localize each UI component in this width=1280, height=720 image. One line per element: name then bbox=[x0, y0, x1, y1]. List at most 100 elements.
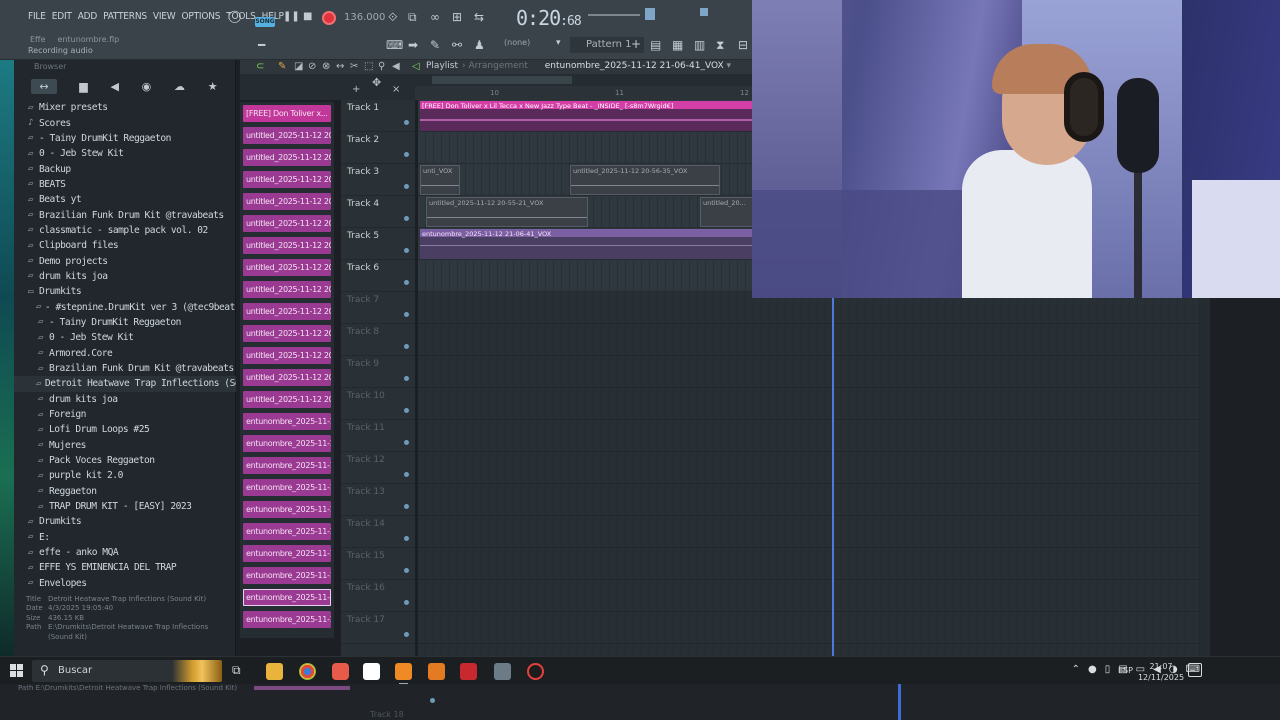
browser-item[interactable]: ▱ Beats yt bbox=[14, 192, 236, 207]
track-header[interactable]: Track 6 bbox=[341, 260, 415, 292]
track-header[interactable]: Track 4 bbox=[341, 196, 415, 228]
microphone-tray-icon[interactable]: ● bbox=[1088, 664, 1097, 675]
track-header[interactable]: Track 14 bbox=[341, 516, 415, 548]
pitch-slider-icon[interactable]: ━ bbox=[258, 38, 265, 52]
pattern-clip-button[interactable]: entunombre_2025-11-12... bbox=[243, 611, 331, 628]
draw-tool-icon[interactable]: ✎ bbox=[278, 61, 286, 72]
track-header[interactable]: Track 5 bbox=[341, 228, 415, 260]
pattern-clip-button[interactable]: untitled_2025-11-12 20-... bbox=[243, 347, 331, 364]
browser-item[interactable]: ▱ Mujeres bbox=[14, 438, 236, 453]
browser-item[interactable]: ▱Detroit Heatwave Trap Inflections (Soun… bbox=[14, 376, 236, 392]
task-view-icon[interactable]: ⧉ bbox=[232, 663, 249, 680]
pattern-clip-button[interactable]: untitled_2025-11-12 20-... bbox=[243, 127, 331, 144]
browser-item[interactable]: ▱ - Tainy DrumKit Reggaeton bbox=[14, 315, 236, 330]
track-header[interactable]: Track 1 bbox=[341, 100, 415, 132]
browser-projects-icon[interactable]: ▆ bbox=[79, 80, 87, 93]
song-mode-button[interactable]: SONG bbox=[255, 17, 275, 27]
fl-studio-icon[interactable] bbox=[395, 663, 412, 685]
menu-item-view[interactable]: VIEW bbox=[153, 11, 176, 22]
browser-item[interactable]: ▱ E: bbox=[14, 530, 236, 545]
browser-item[interactable]: ▱ Clipboard files bbox=[14, 238, 236, 253]
metronome-icon[interactable]: ⟐ bbox=[388, 10, 397, 25]
browser-item[interactable]: ▱ BEATS bbox=[14, 177, 236, 192]
browser-cloud-icon[interactable]: ☁ bbox=[174, 80, 185, 93]
paint-tool-icon[interactable]: ◪ bbox=[294, 61, 303, 72]
menu-item-file[interactable]: FILE bbox=[28, 11, 46, 22]
browser-item[interactable]: ▱ Brazilian Funk Drum Kit @travabeats bbox=[14, 207, 236, 222]
pattern-clip-button[interactable]: untitled_2025-11-12 20-... bbox=[243, 259, 331, 276]
track-enable-dot[interactable] bbox=[404, 344, 409, 349]
track-enable-dot[interactable] bbox=[404, 376, 409, 381]
pattern-clip-button[interactable]: untitled_2025-11-12 20-... bbox=[243, 303, 331, 320]
track-header[interactable]: Track 9 bbox=[341, 356, 415, 388]
arrow-right-icon[interactable]: ➡ bbox=[408, 38, 418, 52]
browser-all-icon[interactable]: ↔ bbox=[31, 78, 57, 94]
mute-tool-icon[interactable]: ⊗ bbox=[322, 61, 330, 72]
file-explorer-icon[interactable] bbox=[266, 663, 283, 680]
pattern-clip-button[interactable]: entunombre_2025-11-12... bbox=[243, 479, 331, 496]
tray-clock[interactable]: 21:07 12/11/2025 bbox=[1136, 661, 1186, 683]
track-header[interactable]: Track 2 bbox=[341, 132, 415, 164]
browser-item[interactable]: ▱ Demo projects bbox=[14, 253, 236, 268]
track-enable-dot[interactable] bbox=[404, 120, 409, 125]
track-enable-dot[interactable] bbox=[404, 440, 409, 445]
plugin-picker-icon[interactable]: ⊟ bbox=[738, 38, 748, 52]
pattern-clip-button[interactable]: untitled_2025-11-12 20-... bbox=[243, 215, 331, 232]
obs-icon[interactable] bbox=[527, 663, 544, 680]
mixer-app-icon[interactable] bbox=[460, 663, 477, 680]
track-header[interactable]: Track 16 bbox=[341, 580, 415, 612]
snap-selector[interactable]: (none) bbox=[504, 38, 530, 47]
browser-item[interactable]: ▱ EFFE YS EMINENCIA DEL TRAP bbox=[14, 560, 236, 575]
browser-item[interactable]: ▱ Envelopes bbox=[14, 576, 236, 590]
zoom-tool-icon[interactable]: ⚲ bbox=[378, 61, 385, 72]
browser-item[interactable]: ▭ Drumkits bbox=[14, 284, 236, 299]
track-enable-dot[interactable] bbox=[404, 216, 409, 221]
loop-record-icon[interactable]: ⧉ bbox=[408, 10, 417, 25]
track-header[interactable]: Track 10 bbox=[341, 388, 415, 420]
record-button[interactable] bbox=[322, 11, 336, 25]
browser-item[interactable]: ▱ 0 - Jeb Stew Kit bbox=[14, 330, 236, 345]
browser-item[interactable]: ▱ - #stepnine.DrumKit ver 3 (@tec9beat) bbox=[14, 299, 236, 314]
track-enable-dot[interactable] bbox=[404, 472, 409, 477]
menu-item-edit[interactable]: EDIT bbox=[52, 11, 72, 22]
audio-clip-vox[interactable]: untitled_2025-11-12 20-56-35_VOX bbox=[570, 165, 720, 195]
browser-item[interactable]: ♪ Scores bbox=[14, 115, 236, 130]
slip-tool-icon[interactable]: ↔ bbox=[336, 61, 344, 72]
fl-studio-alt-icon[interactable] bbox=[428, 663, 445, 680]
chrome-icon[interactable] bbox=[299, 663, 316, 680]
pattern-clip-button[interactable]: untitled_2025-11-12 20-... bbox=[243, 149, 331, 166]
chevron-down-icon[interactable]: ▾ bbox=[727, 61, 732, 71]
notification-icon[interactable] bbox=[1188, 663, 1202, 677]
browser-item[interactable]: ▱ drum kits joa bbox=[14, 269, 236, 284]
track-enable-dot[interactable] bbox=[404, 408, 409, 413]
browser-speaker-icon[interactable]: ◀ bbox=[110, 80, 118, 93]
chevron-up-icon[interactable]: ⌃ bbox=[1072, 664, 1080, 675]
mixer-icon[interactable]: ⧗ bbox=[716, 38, 724, 53]
playback-tool-icon[interactable]: ◀ bbox=[392, 61, 400, 72]
audio-clip-vox[interactable]: untitled_2025-11-12 20-55-21_VOX bbox=[426, 197, 588, 227]
snap-magnet-icon[interactable]: ⊂ bbox=[256, 61, 264, 72]
vertical-scrollbar[interactable] bbox=[1198, 298, 1210, 660]
pattern-clip-button[interactable]: entunombre_2025-11-12... bbox=[243, 501, 331, 518]
countdown-icon[interactable]: ∞ bbox=[430, 10, 440, 24]
piano-roll-icon[interactable]: ▦ bbox=[672, 38, 683, 52]
playhead[interactable] bbox=[832, 298, 834, 660]
audio-clip-recording[interactable]: entunombre_2025-11-12 21-06-41_VOX bbox=[420, 229, 755, 259]
browser-item[interactable]: ▱ - Tainy DrumKit Reggaeton bbox=[14, 131, 236, 146]
playlist-icon[interactable]: ▤ bbox=[650, 38, 661, 52]
track-enable-dot[interactable] bbox=[404, 152, 409, 157]
browser-item[interactable]: ▱ Reggaeton bbox=[14, 484, 236, 499]
track-enable-dot[interactable] bbox=[404, 536, 409, 541]
track-header[interactable]: Track 8 bbox=[341, 324, 415, 356]
track-header[interactable]: Track 3 bbox=[341, 164, 415, 196]
pause-icon[interactable]: ❚❚ bbox=[283, 11, 300, 22]
browser-item[interactable]: ▱ Armored.Core bbox=[14, 346, 236, 361]
pattern-clip-button[interactable]: entunombre_2025-11-12... bbox=[243, 567, 331, 584]
browser-item[interactable]: ▱ TRAP DRUM KIT - [EASY] 2023 bbox=[14, 499, 236, 514]
pencil-icon[interactable]: ✎ bbox=[430, 38, 440, 52]
browser-plugin-icon[interactable]: ◉ bbox=[142, 80, 152, 93]
taskbar-search[interactable]: ⚲ Buscar bbox=[32, 660, 222, 682]
browser-item[interactable]: ▱ 0 - Jeb Stew Kit bbox=[14, 146, 236, 161]
track-enable-dot[interactable] bbox=[404, 600, 409, 605]
pattern-clip-button[interactable]: untitled_2025-11-12 20-... bbox=[243, 391, 331, 408]
